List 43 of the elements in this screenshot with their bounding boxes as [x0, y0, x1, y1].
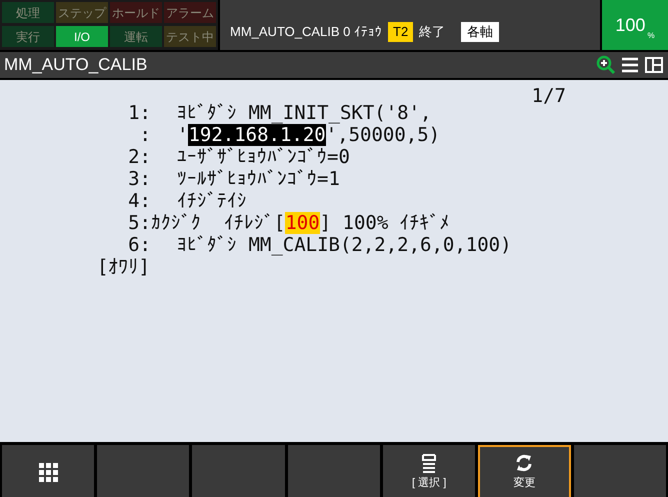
- zoom-in-icon[interactable]: [596, 55, 616, 75]
- line-number: 3:: [127, 168, 151, 190]
- line-number: :: [138, 124, 151, 146]
- list-icon: [421, 452, 438, 473]
- end-marker: [ｵﾜﾘ]: [97, 256, 151, 278]
- line-number: 5:: [127, 212, 151, 234]
- menu-icon[interactable]: [620, 56, 640, 74]
- code-text: ﾖﾋﾞﾀﾞｼ MM_CALIB(2,2,2,6,0,100): [177, 234, 512, 256]
- status-lamp: 処理: [2, 2, 54, 23]
- code-text: ﾕｰｻﾞｻﾞﾋｮｳﾊﾞﾝｺﾞｳ=0: [177, 146, 350, 168]
- code-text: ﾂｰﾙｻﾞﾋｮｳﾊﾞﾝｺﾞｳ=1: [177, 168, 340, 190]
- page-indicator: 1/7: [532, 84, 566, 109]
- line-number: 4:: [127, 190, 151, 212]
- function-key[interactable]: [ 選択 ]: [383, 445, 476, 497]
- split-window-icon[interactable]: [644, 56, 664, 74]
- function-key[interactable]: 変更: [478, 445, 571, 497]
- override-value: 100: [615, 14, 646, 37]
- status-lamp: 運転: [110, 26, 162, 47]
- function-key[interactable]: [2, 445, 94, 497]
- code-text: ] 100% ｲﾁｷﾞﾒ: [320, 212, 450, 234]
- execution-state: 終了: [419, 23, 446, 42]
- code-text: ': [177, 124, 188, 146]
- cursor-field[interactable]: 192.168.1.20: [188, 124, 326, 146]
- code-text: ﾖﾋﾞﾀﾞｼ MM_INIT_SKT('8',: [177, 102, 432, 124]
- status-lamp: ホールド: [110, 2, 162, 23]
- override-unit: %: [647, 30, 655, 42]
- status-lamp: テスト中: [164, 26, 216, 47]
- line-number: 6:: [127, 234, 151, 256]
- program-status: MM_AUTO_CALIB 0 ｲﾃｮｳ: [230, 23, 382, 42]
- line-number: 2:: [127, 146, 151, 168]
- code-text: ｲﾁｼﾞﾃｲｼ: [177, 190, 247, 212]
- coordinate-badge: 各軸: [461, 22, 500, 42]
- line-number: 1:: [127, 102, 151, 124]
- grid-icon: [38, 462, 58, 482]
- code-text: ｶｸｼﾞｸ ｲﾁﾚｼﾞ[: [151, 212, 286, 234]
- code-text: ',50000,5): [326, 124, 440, 146]
- status-lamp: アラーム: [164, 2, 216, 23]
- status-lamp: 実行: [2, 26, 54, 47]
- mode-badge: T2: [388, 22, 414, 42]
- status-lamp: ステップ: [56, 2, 108, 23]
- refresh-icon: [514, 452, 534, 473]
- status-lamp: I/O: [56, 26, 108, 47]
- window-title: MM_AUTO_CALIB: [4, 54, 148, 76]
